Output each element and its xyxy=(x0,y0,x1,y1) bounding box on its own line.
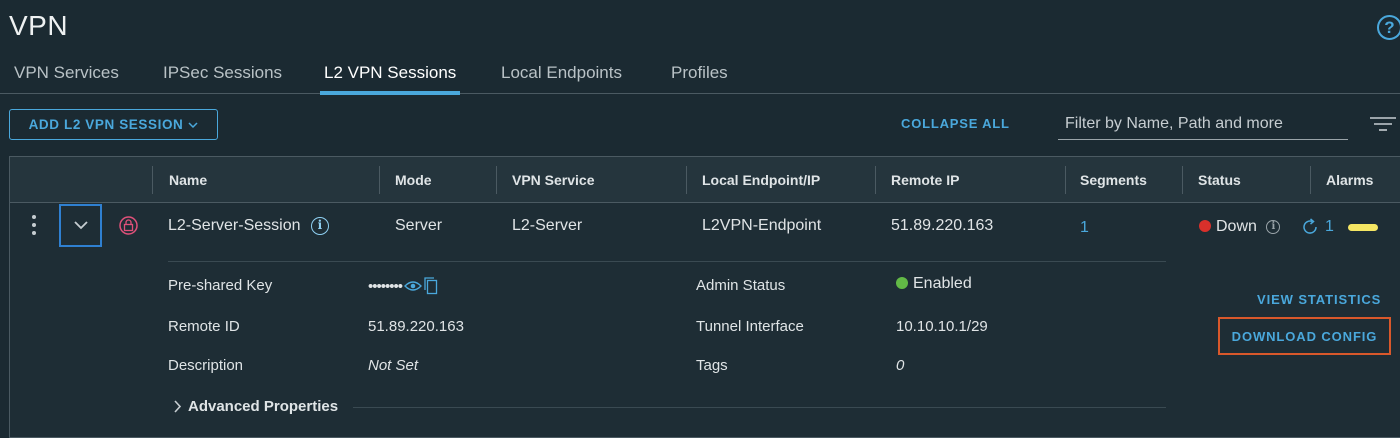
session-mode: Server xyxy=(395,217,443,234)
admin-status-text: Enabled xyxy=(913,275,972,292)
column-header-status[interactable]: Status xyxy=(1198,157,1241,203)
alarms-count[interactable]: 1 xyxy=(1325,218,1334,236)
status-text: Down xyxy=(1216,218,1257,235)
status-info-icon[interactable]: i xyxy=(1266,219,1281,234)
chevron-right-icon xyxy=(174,400,182,413)
detail-divider-top xyxy=(168,261,1166,262)
copy-icon[interactable] xyxy=(424,277,438,295)
add-button-label: ADD L2 VPN SESSION xyxy=(28,117,184,132)
advanced-properties-label: Advanced Properties xyxy=(188,398,339,415)
tags-value: 0 xyxy=(896,357,905,374)
collapse-all-button[interactable]: COLLAPSE ALL xyxy=(901,116,1010,131)
sessions-grid: Name Mode VPN Service Local Endpoint/IP … xyxy=(9,156,1400,438)
row-expand-toggle[interactable] xyxy=(59,204,102,247)
tags-label: Tags xyxy=(696,357,728,374)
lock-icon xyxy=(119,216,138,235)
remote-id-label: Remote ID xyxy=(168,318,240,335)
tunnel-interface-value: 10.10.10.1/29 xyxy=(896,318,988,335)
status-enabled-icon xyxy=(896,277,908,289)
description-value: Not Set xyxy=(368,357,419,374)
grid-header: Name Mode VPN Service Local Endpoint/IP … xyxy=(10,157,1400,203)
column-header-alarms[interactable]: Alarms xyxy=(1326,157,1373,203)
column-header-remote-ip[interactable]: Remote IP xyxy=(891,157,959,203)
column-header-mode[interactable]: Mode xyxy=(395,157,432,203)
psk-value: •••••••• xyxy=(368,277,438,295)
info-icon[interactable]: i xyxy=(310,217,329,235)
tab-profiles[interactable]: Profiles xyxy=(671,63,728,94)
download-config-highlight: DOWNLOAD CONFIG xyxy=(1218,317,1391,355)
session-status: Down i xyxy=(1199,218,1281,236)
tab-ipsec-sessions[interactable]: IPSec Sessions xyxy=(163,63,282,94)
admin-status-label: Admin Status xyxy=(696,277,786,294)
session-vpn-service: L2-Server xyxy=(512,217,583,234)
status-down-icon xyxy=(1199,220,1211,232)
column-header-segments[interactable]: Segments xyxy=(1080,157,1147,203)
tab-l2-vpn-sessions[interactable]: L2 VPN Sessions xyxy=(319,63,461,95)
session-name: L2-Server-Session i xyxy=(168,217,329,235)
session-remote-ip: 51.89.220.163 xyxy=(891,217,994,234)
column-header-name[interactable]: Name xyxy=(169,157,207,203)
row-actions-kebab-icon[interactable] xyxy=(31,215,37,235)
refresh-icon[interactable] xyxy=(1301,218,1319,236)
download-config-button[interactable]: DOWNLOAD CONFIG xyxy=(1232,329,1378,344)
description-label: Description xyxy=(168,357,244,374)
help-icon[interactable]: ? xyxy=(1377,15,1400,40)
psk-label: Pre-shared Key xyxy=(168,277,273,294)
tab-vpn-services[interactable]: VPN Services xyxy=(14,63,119,94)
filter-icon[interactable] xyxy=(1370,116,1396,132)
filter-field[interactable] xyxy=(1058,108,1348,140)
advanced-divider xyxy=(353,407,1166,408)
alarm-bar xyxy=(1347,223,1378,231)
psk-masked: •••••••• xyxy=(368,277,403,295)
tab-bar: VPN Services IPSec Sessions L2 VPN Sessi… xyxy=(0,58,1400,95)
view-statistics-button[interactable]: VIEW STATISTICS xyxy=(1257,292,1381,307)
filter-input[interactable] xyxy=(1058,108,1348,139)
page-title: VPN xyxy=(9,10,69,41)
remote-id-value: 51.89.220.163 xyxy=(368,318,464,335)
column-header-local-endpoint[interactable]: Local Endpoint/IP xyxy=(702,157,820,203)
chevron-down-icon xyxy=(188,121,198,128)
session-name-text: L2-Server-Session xyxy=(168,217,301,235)
column-header-vpn-service[interactable]: VPN Service xyxy=(512,157,595,203)
tunnel-interface-label: Tunnel Interface xyxy=(696,318,804,335)
add-l2-vpn-session-button[interactable]: ADD L2 VPN SESSION xyxy=(9,109,218,140)
admin-status-value: Enabled xyxy=(896,275,972,293)
eye-icon[interactable] xyxy=(404,280,423,292)
session-alarms[interactable]: 1 xyxy=(1301,218,1378,236)
chevron-down-icon xyxy=(73,221,88,230)
tab-local-endpoints[interactable]: Local Endpoints xyxy=(501,63,622,94)
advanced-properties-toggle[interactable]: Advanced Properties xyxy=(173,398,338,415)
session-segments-link[interactable]: 1 xyxy=(1080,219,1089,237)
session-local-endpoint: L2VPN-Endpoint xyxy=(702,217,822,234)
